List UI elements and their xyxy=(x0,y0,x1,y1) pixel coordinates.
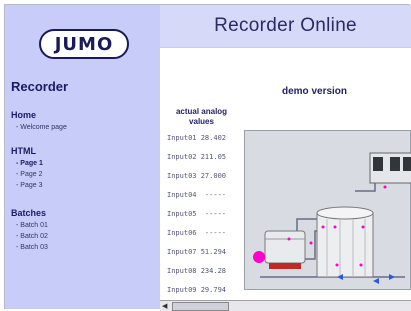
nav-item-welcome-page[interactable]: - Welcome page xyxy=(11,122,67,133)
analog-value-input05: Input05 ----- xyxy=(167,210,227,218)
pump-indicator-icon xyxy=(253,251,265,263)
nav-item-page-3[interactable]: - Page 3 xyxy=(11,180,43,191)
storage-tank-icon xyxy=(316,206,374,278)
logo-text: JUMO xyxy=(54,33,114,55)
nav-heading-home[interactable]: Home xyxy=(11,110,67,120)
process-diagram-graphic xyxy=(253,152,411,284)
nav-item-batch-02[interactable]: - Batch 02 xyxy=(11,231,48,242)
analog-value-input07: Input07 51.294 xyxy=(167,248,227,256)
analog-value-input08: Input08 234.28 xyxy=(167,267,227,275)
jumo-logo[interactable]: JUMO xyxy=(39,29,129,59)
scroll-left-arrow-icon[interactable]: ◀ xyxy=(162,302,167,310)
process-diagram xyxy=(244,130,411,290)
analog-value-input03: Input03 27.000 xyxy=(167,172,227,180)
nav-section-batches: Batches - Batch 01 - Batch 02 - Batch 03 xyxy=(11,208,48,253)
nav-heading-html[interactable]: HTML xyxy=(11,146,43,156)
analog-values-list: Input01 28.402 Input02 211.05 Input03 27… xyxy=(167,134,226,305)
nav-section-home: Home - Welcome page xyxy=(11,110,67,133)
analog-values-heading-line1: actual analog xyxy=(175,107,228,116)
nav-item-batch-03[interactable]: - Batch 03 xyxy=(11,242,48,253)
page-header: Recorder Online xyxy=(160,5,411,47)
nav-item-batch-01[interactable]: - Batch 01 xyxy=(11,220,48,231)
nav-item-page-2[interactable]: - Page 2 xyxy=(11,169,43,180)
analog-value-input02: Input02 211.05 xyxy=(167,153,227,161)
sidebar-title: Recorder xyxy=(11,79,69,94)
nav-heading-batches[interactable]: Batches xyxy=(11,208,48,218)
nav-item-page-1[interactable]: - Page 1 xyxy=(11,158,43,169)
mixing-vessel-icon xyxy=(264,230,306,269)
page-title: Recorder Online xyxy=(214,15,357,36)
nav-section-html: HTML - Page 1 - Page 2 - Page 3 xyxy=(11,146,43,191)
sidebar: JUMO Recorder Home - Welcome page HTML -… xyxy=(5,5,160,309)
analog-value-input06: Input06 ----- xyxy=(167,229,227,237)
analog-values-heading-line2: values xyxy=(189,117,214,126)
analog-value-input04: Input04 ----- xyxy=(167,191,227,199)
demo-version-label: demo version xyxy=(282,86,348,97)
horizontal-scrollbar[interactable]: ◀ xyxy=(160,300,411,311)
analog-value-input01: Input01 28.402 xyxy=(167,134,227,142)
analog-values-heading: actual analog values xyxy=(163,107,240,127)
header-divider xyxy=(160,47,411,48)
recorder-device-icon xyxy=(369,152,411,184)
